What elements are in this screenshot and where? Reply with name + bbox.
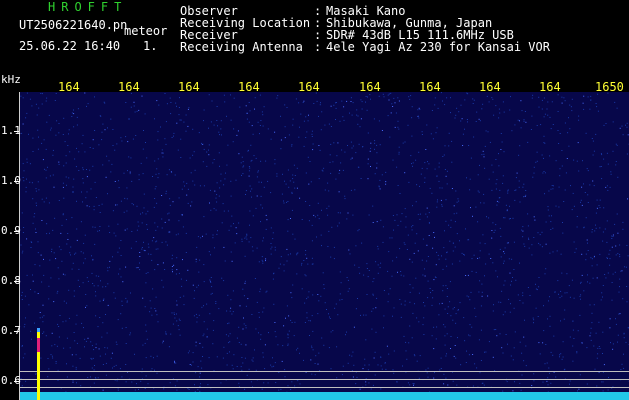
- file-tag: meteor: [124, 24, 168, 38]
- unit-label: kHz: [1, 73, 21, 86]
- y-tick-mark: [14, 281, 19, 282]
- y-tick-mark: [14, 231, 19, 232]
- meteor-echo: [37, 328, 40, 400]
- date-time: 25.06.22 16:40: [19, 39, 121, 53]
- y-tick-mark: [14, 181, 19, 182]
- y-tick-mark: [14, 381, 19, 382]
- reference-line: [20, 379, 629, 380]
- reference-line: [20, 371, 629, 372]
- noise-baseline: [20, 392, 629, 400]
- info-value-antenna: 4ele Yagi Az 230 for Kansai VOR: [326, 40, 550, 54]
- sequence-number: 1.: [143, 39, 158, 53]
- y-tick-mark: [14, 331, 19, 332]
- reference-line: [20, 387, 629, 388]
- y-axis-line: [19, 92, 20, 400]
- file-name: UT2506221640.pn: [19, 18, 128, 32]
- header-panel: HROFFT UT2506221640.pn meteor 25.06.22 1…: [0, 0, 629, 78]
- meteor-core: [37, 338, 40, 352]
- spectrogram-noise: [20, 92, 629, 400]
- noise-speckle: [20, 92, 629, 400]
- info-label-antenna: Receiving Antenna: [180, 40, 303, 54]
- meteor-head: [37, 328, 40, 332]
- y-tick-mark: [14, 131, 19, 132]
- info-sep: :: [314, 40, 322, 54]
- app-title: HROFFT: [48, 0, 128, 14]
- spectrogram-plot: [20, 92, 629, 400]
